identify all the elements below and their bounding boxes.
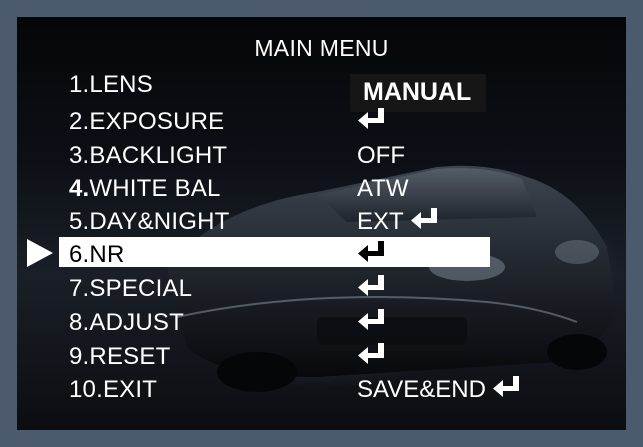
menu-item-number: 2. — [69, 108, 90, 135]
menu-item-number: 6. — [69, 241, 90, 268]
enter-return-icon — [357, 343, 387, 372]
menu-item-label: 9.RESET — [69, 343, 170, 371]
menu-item-value[interactable]: MANUAL — [363, 78, 471, 107]
menu-item-nr[interactable]: 6.NR — [17, 237, 626, 271]
menu-item-label: 6.NR — [69, 241, 125, 269]
menu-item-special[interactable]: 7.SPECIAL — [17, 271, 626, 305]
menu-item-number: 10. — [69, 376, 103, 403]
menu-item-number: 9. — [69, 343, 90, 370]
menu-item-label: 5.DAY&NIGHT — [69, 208, 229, 236]
menu-item-adjust[interactable]: 8.ADJUST — [17, 305, 626, 339]
menu-item-reset[interactable]: 9.RESET — [17, 339, 626, 373]
menu-item-exposure[interactable]: 2.EXPOSURE — [17, 104, 626, 138]
enter-return-icon — [492, 376, 522, 405]
menu-item-lens[interactable]: 1.LENS MANUAL — [17, 67, 626, 106]
menu-item-value[interactable]: OFF — [357, 142, 405, 170]
menu-item-number: 1. — [69, 71, 90, 98]
menu-item-value[interactable] — [357, 309, 387, 338]
menu-item-day-night[interactable]: 5.DAY&NIGHT EXT — [17, 204, 626, 238]
menu-item-name: SPECIAL — [89, 275, 193, 302]
menu-item-name: EXIT — [102, 376, 158, 403]
menu-item-value[interactable] — [357, 241, 387, 270]
menu-item-white-bal[interactable]: 4.WHITE BAL ATW — [17, 171, 626, 205]
menu-item-number: 7. — [69, 275, 90, 302]
enter-return-icon — [410, 208, 440, 237]
menu-item-label: 1.LENS — [69, 71, 153, 99]
enter-return-icon — [357, 275, 387, 304]
menu-item-value-text: ATW — [357, 175, 409, 202]
menu-item-name: BACKLIGHT — [89, 142, 228, 169]
menu-item-value[interactable]: ATW — [357, 175, 409, 203]
enter-return-icon — [357, 241, 387, 270]
enter-return-icon — [357, 309, 387, 338]
menu-item-value-text: OFF — [357, 142, 405, 169]
menu-item-label: 7.SPECIAL — [69, 275, 192, 303]
menu-item-number: 5. — [69, 208, 90, 235]
menu-item-name: WHITE BAL — [89, 175, 221, 202]
menu-item-name: ADJUST — [89, 309, 184, 336]
menu-item-name: NR — [89, 241, 125, 268]
menu-title: MAIN MENU — [254, 35, 389, 61]
menu-item-value[interactable]: EXT — [357, 208, 440, 237]
menu-item-number: 3. — [69, 142, 90, 169]
menu-item-label: 3.BACKLIGHT — [69, 142, 227, 170]
menu-item-label: 8.ADJUST — [69, 309, 184, 337]
menu-item-backlight[interactable]: 3.BACKLIGHT OFF — [17, 138, 626, 172]
menu-item-label: 10.EXIT — [69, 376, 157, 404]
osd-screen: MAIN MENU 1.LENS MANUAL 2.EXPOSURE 3.BACKLI… — [17, 17, 626, 430]
menu-item-name: EXPOSURE — [89, 108, 225, 135]
menu-item-number: 8. — [69, 309, 90, 336]
menu-item-number: 4. — [69, 175, 90, 202]
menu-item-name: RESET — [89, 343, 171, 370]
menu-item-value[interactable] — [357, 108, 387, 137]
menu-item-value[interactable] — [357, 275, 387, 304]
menu-item-value[interactable] — [357, 343, 387, 372]
selection-pointer-icon — [27, 239, 53, 267]
menu-item-value[interactable]: SAVE&END — [357, 376, 522, 405]
menu-item-value-text: EXT — [357, 208, 404, 235]
menu-item-name: DAY&NIGHT — [89, 208, 230, 235]
menu-item-label: 2.EXPOSURE — [69, 108, 224, 136]
menu-item-value-text: SAVE&END — [357, 376, 486, 403]
menu-item-label: 4.WHITE BAL — [69, 175, 221, 203]
menu-item-exit[interactable]: 10.EXIT SAVE&END — [17, 372, 626, 406]
enter-return-icon — [357, 108, 387, 137]
menu-item-name: LENS — [89, 71, 153, 98]
